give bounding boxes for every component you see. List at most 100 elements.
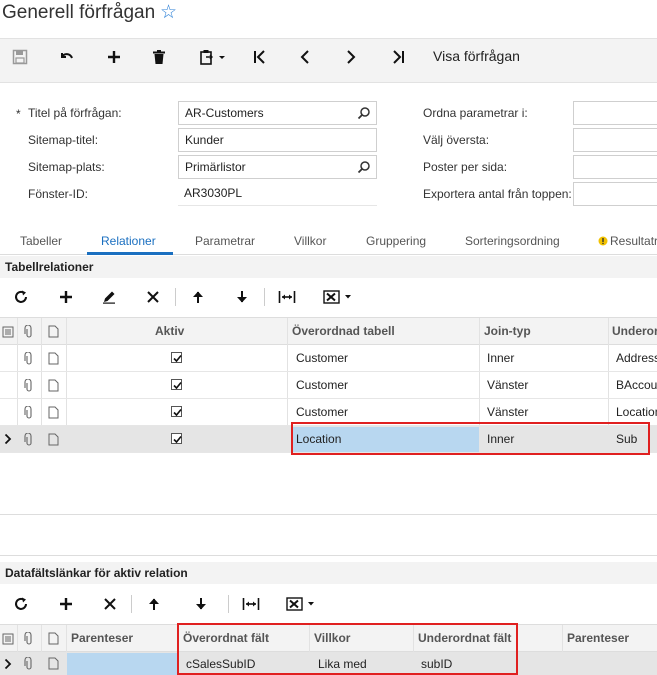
relations-section-title: Tabellrelationer	[0, 256, 657, 278]
sitemap-location-field[interactable]: Primärlistor	[178, 155, 377, 179]
child-table-cell[interactable]: BAccou	[616, 378, 657, 392]
refresh-icon[interactable]	[11, 593, 31, 615]
delete-icon[interactable]	[149, 46, 169, 68]
sitemap-location-value: Primärlistor	[185, 160, 246, 174]
active-tab-indicator	[87, 252, 173, 255]
splitter[interactable]	[0, 555, 657, 556]
child-table-cell[interactable]: Location	[616, 405, 657, 419]
active-checkbox[interactable]	[171, 379, 182, 390]
highlight-annotation-box	[291, 422, 650, 455]
selected-cell-highlight	[67, 653, 178, 675]
note-icon[interactable]	[48, 406, 59, 419]
refresh-icon[interactable]	[11, 286, 31, 308]
page-title: Generell förfrågan	[2, 2, 156, 23]
col-join-type-header[interactable]: Join-typ	[484, 324, 531, 338]
sitemap-location-label: Sitemap-plats:	[28, 160, 105, 174]
edit-icon[interactable]	[99, 286, 119, 308]
active-checkbox[interactable]	[171, 433, 182, 444]
tab-results-label: Resultatr	[610, 234, 657, 248]
join-type-cell[interactable]: Vänster	[487, 405, 528, 419]
main-toolbar	[0, 38, 657, 83]
toolbar-separator	[131, 595, 132, 613]
join-type-cell[interactable]: Vänster	[487, 378, 528, 392]
move-up-icon[interactable]	[144, 593, 164, 615]
last-icon[interactable]	[388, 46, 408, 68]
tab-conditions[interactable]: Villkor	[294, 234, 326, 248]
export-excel-icon[interactable]	[322, 286, 356, 308]
row-menu-icon[interactable]	[2, 633, 14, 645]
note-icon[interactable]	[48, 352, 59, 365]
tab-relations[interactable]: Relationer	[101, 234, 156, 248]
next-icon[interactable]	[341, 46, 361, 68]
attachment-icon[interactable]	[24, 379, 34, 392]
child-table-cell[interactable]: Address	[616, 351, 657, 365]
sitemap-title-field[interactable]: Kunder	[178, 128, 377, 152]
tab-parameters[interactable]: Parametrar	[195, 234, 255, 248]
tab-grouping[interactable]: Gruppering	[366, 234, 426, 248]
note-icon	[48, 325, 59, 338]
join-type-cell[interactable]: Inner	[487, 351, 514, 365]
parent-table-cell[interactable]: Customer	[296, 405, 348, 419]
col-active-header[interactable]: Aktiv	[155, 324, 184, 338]
move-down-icon[interactable]	[191, 593, 211, 615]
query-title-field[interactable]: AR-Customers	[178, 101, 377, 125]
delete-row-icon[interactable]	[143, 286, 163, 308]
add-row-icon[interactable]	[56, 286, 76, 308]
col-open-brackets-header[interactable]: Parenteser	[71, 631, 133, 645]
attachment-icon[interactable]	[24, 406, 34, 419]
add-icon[interactable]	[104, 46, 124, 68]
select-top-field[interactable]	[573, 128, 657, 152]
note-icon	[48, 632, 59, 645]
links-section-title: Datafältslänkar för aktiv relation	[0, 562, 657, 584]
first-icon[interactable]	[250, 46, 270, 68]
note-icon[interactable]	[48, 433, 59, 446]
export-excel-icon[interactable]	[285, 593, 319, 615]
records-per-page-label: Poster per sida:	[423, 160, 508, 174]
paste-icon[interactable]	[195, 46, 231, 68]
row-selector-arrow-icon	[4, 433, 12, 445]
col-child-table-header[interactable]: Underor	[612, 324, 657, 338]
fit-columns-icon[interactable]	[240, 593, 262, 615]
select-top-label: Välj översta:	[423, 133, 490, 147]
favorite-star-icon[interactable]: ☆	[160, 2, 177, 24]
parent-table-cell[interactable]: Customer	[296, 351, 348, 365]
export-top-field[interactable]	[573, 182, 657, 206]
move-up-icon[interactable]	[188, 286, 208, 308]
screen-id-field: AR3030PL	[178, 182, 377, 206]
arrange-params-label: Ordna parametrar i:	[423, 106, 528, 120]
attachment-icon[interactable]	[24, 433, 34, 446]
row-menu-icon[interactable]	[2, 326, 14, 338]
note-icon[interactable]	[48, 379, 59, 392]
required-marker: *	[16, 107, 21, 121]
attachment-icon	[24, 325, 32, 338]
tab-tables[interactable]: Tabeller	[20, 234, 62, 248]
active-checkbox[interactable]	[171, 352, 182, 363]
active-checkbox[interactable]	[171, 406, 182, 417]
add-row-icon[interactable]	[56, 593, 76, 615]
previous-icon[interactable]	[295, 46, 315, 68]
delete-row-icon[interactable]	[100, 593, 120, 615]
search-icon[interactable]	[357, 160, 371, 174]
attachment-icon[interactable]	[24, 352, 34, 365]
toolbar-separator	[264, 288, 265, 306]
save-icon[interactable]	[10, 46, 30, 68]
query-title-value: AR-Customers	[185, 106, 264, 120]
parent-table-cell[interactable]: Customer	[296, 378, 348, 392]
records-per-page-field[interactable]	[573, 155, 657, 179]
col-close-brackets-header[interactable]: Parenteser	[567, 631, 629, 645]
screen-id-label: Fönster-ID:	[28, 187, 89, 201]
col-parent-table-header[interactable]: Överordnad tabell	[292, 324, 395, 338]
search-icon[interactable]	[357, 106, 371, 120]
move-down-icon[interactable]	[232, 286, 252, 308]
fit-columns-icon[interactable]	[276, 286, 298, 308]
warning-icon	[598, 236, 608, 246]
note-icon[interactable]	[48, 657, 59, 670]
view-query-button[interactable]: Visa förfrågan	[433, 48, 520, 64]
undo-icon[interactable]	[57, 46, 77, 68]
tab-results[interactable]: Resultatr	[598, 234, 657, 248]
attachment-icon[interactable]	[24, 657, 34, 670]
tab-sort-order[interactable]: Sorteringsordning	[465, 234, 560, 248]
attachment-icon	[24, 632, 32, 645]
toolbar-separator	[228, 595, 229, 613]
arrange-params-field[interactable]	[573, 101, 657, 125]
